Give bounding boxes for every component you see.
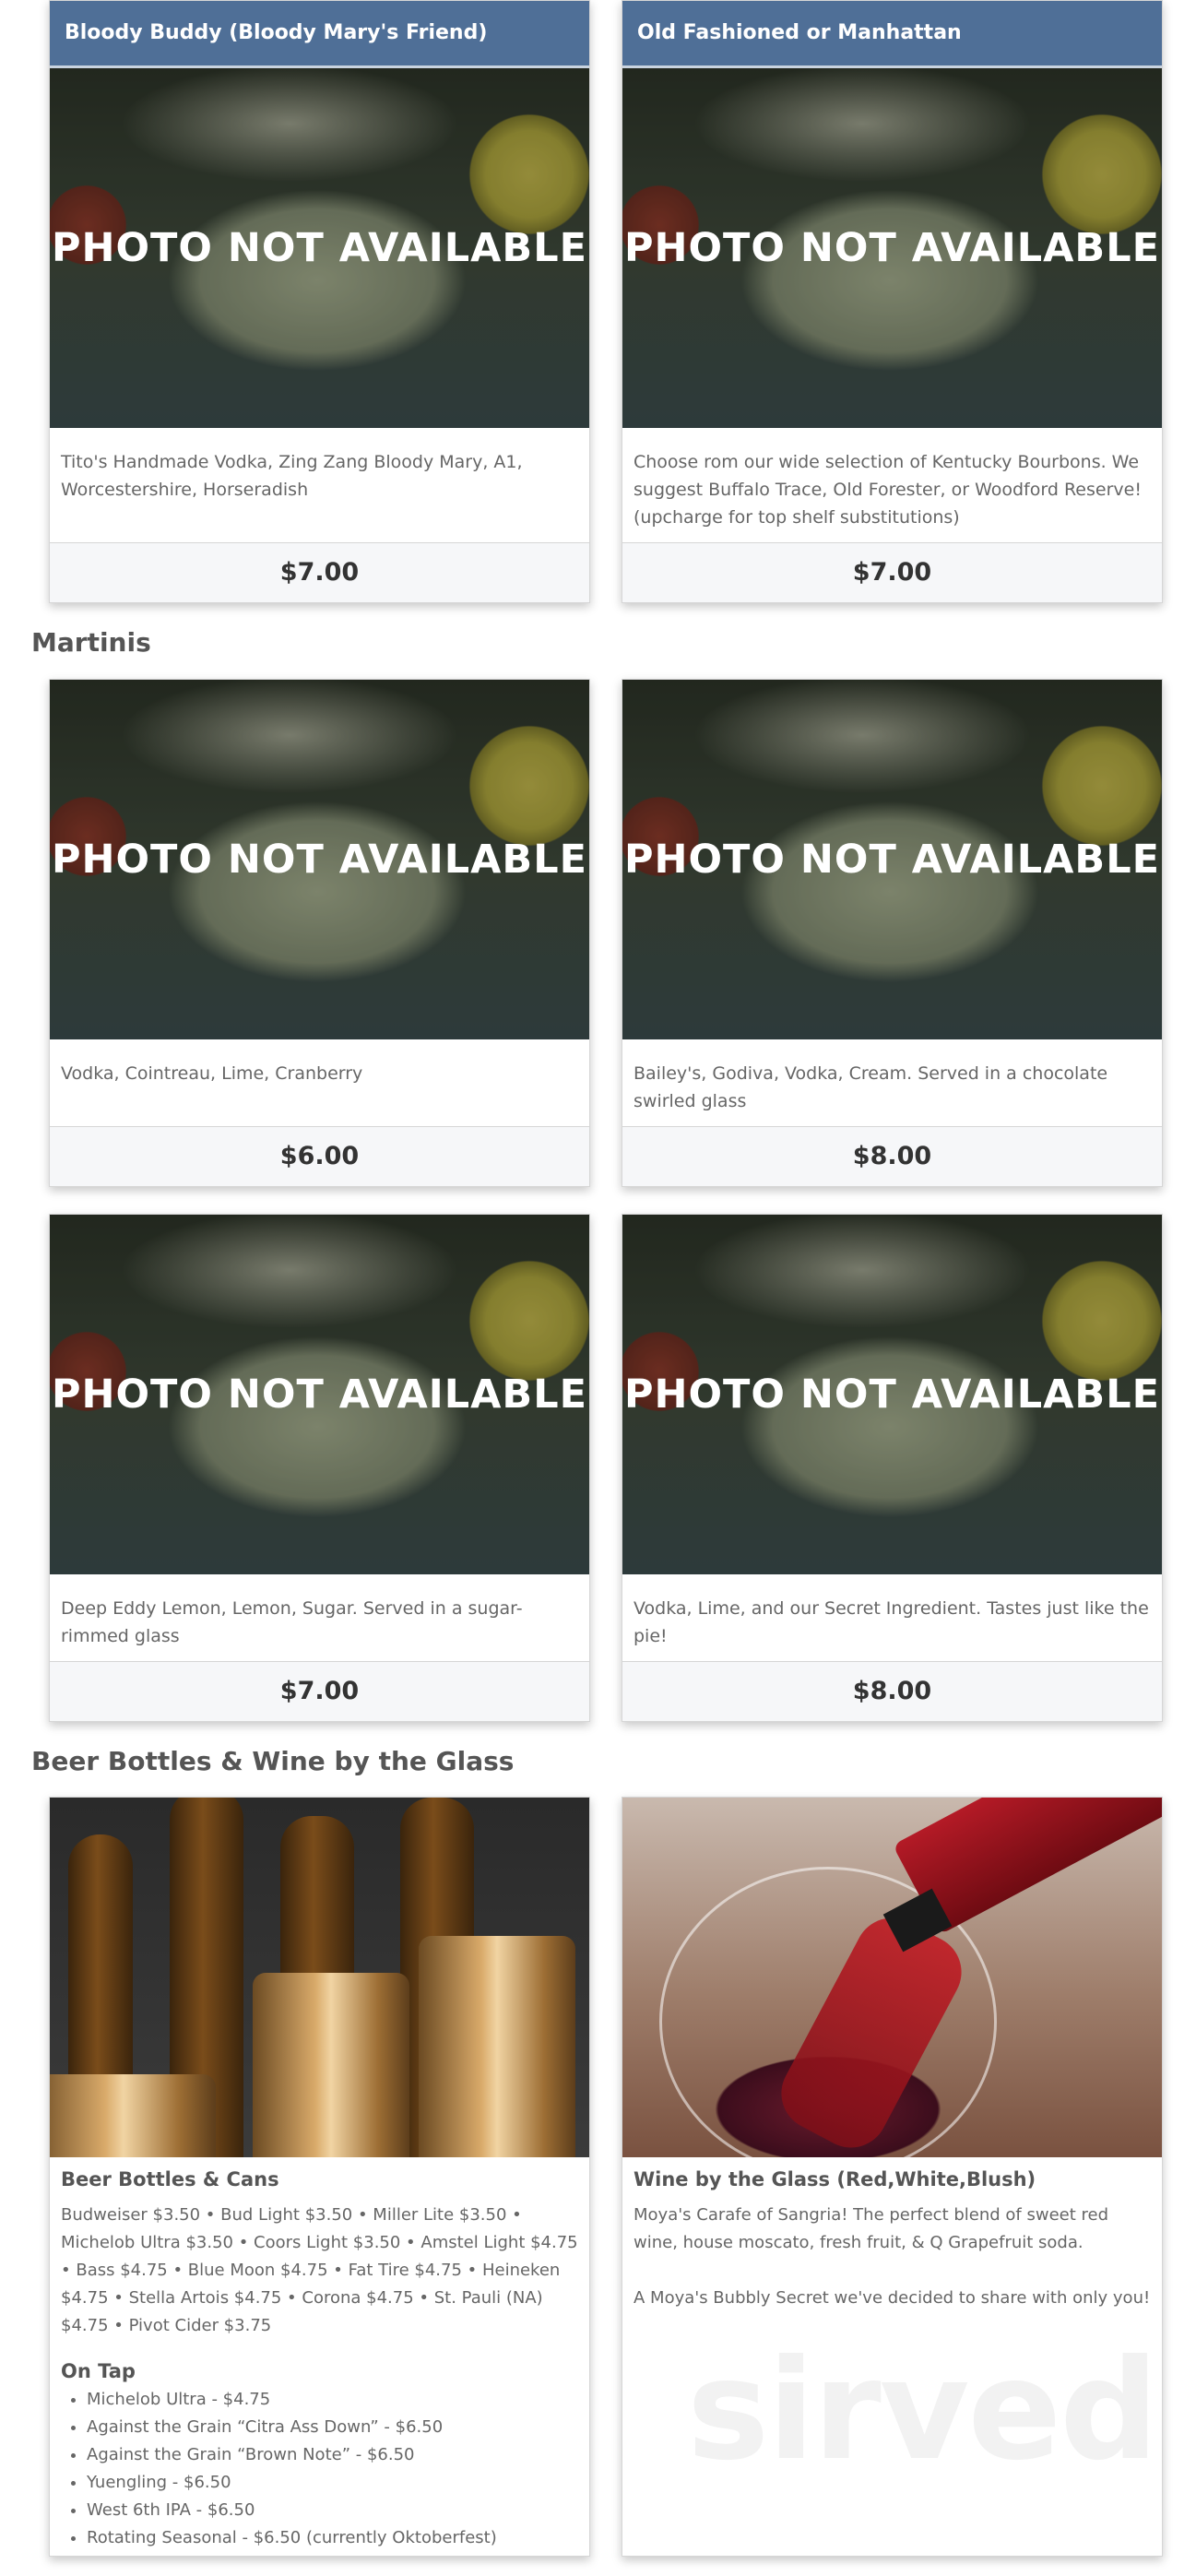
- card-price: $8.00: [622, 1126, 1162, 1186]
- card-price: $7.00: [622, 542, 1162, 602]
- photo-placeholder: PHOTO NOT AVAILABLE: [622, 68, 1162, 428]
- list-item: West 6th IPA - $6.50: [87, 2497, 578, 2524]
- card-price: $7.00: [50, 1661, 589, 1721]
- photo-not-available-label: PHOTO NOT AVAILABLE: [52, 1371, 587, 1418]
- on-tap-list: Michelob Ultra - $4.75 Against the Grain…: [61, 2386, 578, 2552]
- beer-list: Budweiser $3.50 • Bud Light $3.50 • Mill…: [61, 2205, 578, 2335]
- list-item: Michelob Ultra - $4.75: [87, 2386, 578, 2414]
- card-title: Bloody Buddy (Bloody Mary's Friend): [50, 1, 589, 68]
- wine-title: Wine by the Glass (Red,White,Blush): [634, 2168, 1036, 2190]
- section-title-beer-wine: Beer Bottles & Wine by the Glass: [31, 1746, 515, 1776]
- card-description: Bailey's, Godiva, Vodka, Cream. Served i…: [634, 1063, 1108, 1111]
- wine-card: sirved Wine by the Glass (Red,White,Blus…: [622, 1797, 1163, 2557]
- photo-placeholder: PHOTO NOT AVAILABLE: [622, 680, 1162, 1039]
- beer-title: Beer Bottles & Cans: [61, 2168, 279, 2190]
- on-tap-title: On Tap: [61, 2360, 136, 2382]
- photo-not-available-label: PHOTO NOT AVAILABLE: [624, 225, 1160, 271]
- card-price: $8.00: [622, 1661, 1162, 1721]
- wine-description: Moya's Carafe of Sangria! The perfect bl…: [634, 2205, 1109, 2252]
- photo-not-available-label: PHOTO NOT AVAILABLE: [624, 837, 1160, 883]
- menu-card: PHOTO NOT AVAILABLE Deep Eddy Lemon, Lem…: [49, 1214, 590, 1722]
- list-item: Yuengling - $6.50: [87, 2469, 578, 2497]
- card-price: $6.00: [50, 1126, 589, 1186]
- photo-not-available-label: PHOTO NOT AVAILABLE: [624, 1371, 1160, 1418]
- menu-card: Bloody Buddy (Bloody Mary's Friend) PHOT…: [49, 0, 590, 603]
- card-description: Vodka, Cointreau, Lime, Cranberry: [61, 1063, 363, 1084]
- list-item: Against the Grain “Brown Note” - $6.50: [87, 2441, 578, 2469]
- photo-placeholder: PHOTO NOT AVAILABLE: [50, 68, 589, 428]
- photo-placeholder: PHOTO NOT AVAILABLE: [50, 1215, 589, 1574]
- menu-card: PHOTO NOT AVAILABLE Vodka, Cointreau, Li…: [49, 679, 590, 1187]
- card-description: Choose rom our wide selection of Kentuck…: [634, 452, 1142, 528]
- photo-placeholder: PHOTO NOT AVAILABLE: [50, 680, 589, 1039]
- list-item: Rotating Seasonal - $6.50 (currently Okt…: [87, 2524, 578, 2552]
- photo-placeholder: PHOTO NOT AVAILABLE: [622, 1215, 1162, 1574]
- photo-not-available-label: PHOTO NOT AVAILABLE: [52, 225, 587, 271]
- card-description: Deep Eddy Lemon, Lemon, Sugar. Served in…: [61, 1598, 523, 1646]
- menu-card: Old Fashioned or Manhattan PHOTO NOT AVA…: [622, 0, 1163, 603]
- card-description: Tito's Handmade Vodka, Zing Zang Bloody …: [61, 452, 523, 500]
- card-description: Vodka, Lime, and our Secret Ingredient. …: [634, 1598, 1149, 1646]
- list-item: Against the Grain “Citra Ass Down” - $6.…: [87, 2414, 578, 2441]
- wine-photo: [622, 1798, 1162, 2157]
- card-price: $7.00: [50, 542, 589, 602]
- menu-card: PHOTO NOT AVAILABLE Bailey's, Godiva, Vo…: [622, 679, 1163, 1187]
- sirved-watermark: sirved: [687, 2331, 1159, 2491]
- section-title-martinis: Martinis: [31, 627, 151, 658]
- wine-secret: A Moya's Bubbly Secret we've decided to …: [634, 2288, 1151, 2308]
- menu-card: PHOTO NOT AVAILABLE Vodka, Lime, and our…: [622, 1214, 1163, 1722]
- card-title: Old Fashioned or Manhattan: [622, 1, 1162, 68]
- beer-photo: [50, 1798, 589, 2157]
- beer-card: Beer Bottles & Cans Budweiser $3.50 • Bu…: [49, 1797, 590, 2557]
- photo-not-available-label: PHOTO NOT AVAILABLE: [52, 837, 587, 883]
